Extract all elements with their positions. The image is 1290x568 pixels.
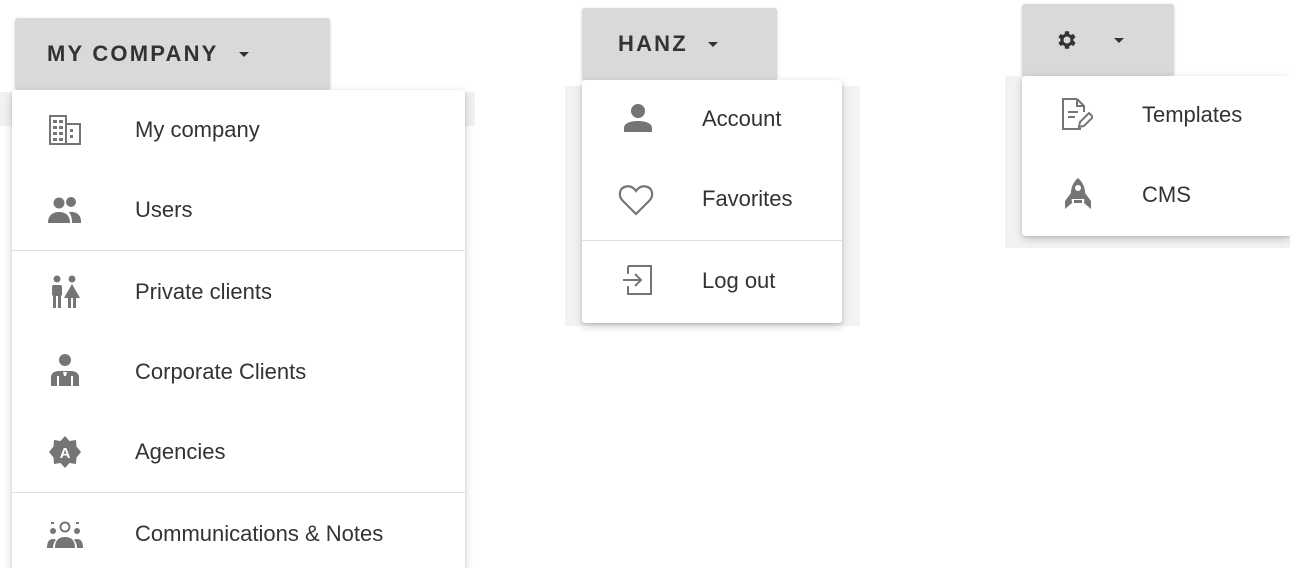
menu-item-communications-notes[interactable]: Communications & Notes bbox=[12, 494, 465, 568]
menu-item-label: Agencies bbox=[135, 439, 226, 464]
menu-item-agencies[interactable]: A Agencies bbox=[12, 412, 465, 492]
user-button-label: HANZ bbox=[618, 31, 688, 56]
rocket-icon bbox=[1058, 174, 1098, 214]
my-company-menu: My company Users Private clients Corpora… bbox=[12, 90, 465, 568]
menu-item-favorites[interactable]: Favorites bbox=[582, 160, 842, 240]
settings-dropdown-button[interactable] bbox=[1022, 4, 1174, 76]
svg-text:A: A bbox=[60, 445, 71, 462]
menu-divider bbox=[582, 240, 842, 241]
settings-menu: Templates CMS bbox=[1022, 76, 1290, 236]
my-company-button-label: MY COMPANY bbox=[47, 41, 219, 66]
gear-icon bbox=[1054, 28, 1078, 52]
menu-item-users[interactable]: Users bbox=[12, 170, 465, 250]
menu-item-cms[interactable]: CMS bbox=[1022, 156, 1290, 236]
private-clients-icon bbox=[45, 272, 85, 312]
office-building-icon bbox=[45, 110, 85, 150]
corporate-clients-icon bbox=[45, 350, 85, 390]
account-icon bbox=[618, 98, 658, 138]
menu-divider bbox=[12, 492, 465, 493]
chevron-down-icon bbox=[707, 41, 718, 47]
menu-item-log-out[interactable]: Log out bbox=[582, 242, 842, 322]
user-menu: Account Favorites Log out bbox=[582, 80, 842, 323]
menu-item-label: Account bbox=[702, 106, 782, 131]
menu-item-label: Corporate Clients bbox=[135, 359, 307, 384]
heart-outline-icon bbox=[616, 180, 656, 220]
menu-item-my-company[interactable]: My company bbox=[12, 90, 465, 170]
chevron-down-icon bbox=[1114, 37, 1124, 43]
menu-item-label: Users bbox=[135, 197, 193, 222]
users-icon bbox=[45, 190, 85, 230]
user-dropdown-button[interactable]: HANZ bbox=[582, 8, 777, 80]
menu-item-label: Log out bbox=[702, 268, 776, 293]
menu-item-label: Templates bbox=[1142, 102, 1243, 127]
communications-icon bbox=[45, 514, 85, 554]
chevron-down-icon bbox=[238, 51, 249, 57]
menu-item-label: Private clients bbox=[135, 279, 272, 304]
menu-item-private-clients[interactable]: Private clients bbox=[12, 252, 465, 332]
my-company-dropdown-button[interactable]: MY COMPANY bbox=[15, 18, 330, 90]
menu-divider bbox=[12, 250, 465, 251]
menu-item-account[interactable]: Account bbox=[582, 80, 842, 160]
file-edit-icon bbox=[1056, 94, 1096, 134]
menu-item-corporate-clients[interactable]: Corporate Clients bbox=[12, 332, 465, 412]
menu-item-label: My company bbox=[135, 117, 260, 142]
menu-item-label: Favorites bbox=[702, 186, 793, 211]
logout-icon bbox=[618, 260, 658, 300]
menu-item-templates[interactable]: Templates bbox=[1022, 76, 1290, 156]
menu-item-label: Communications & Notes bbox=[135, 521, 384, 546]
agency-badge-icon: A bbox=[45, 432, 85, 472]
menu-item-label: CMS bbox=[1142, 182, 1191, 207]
